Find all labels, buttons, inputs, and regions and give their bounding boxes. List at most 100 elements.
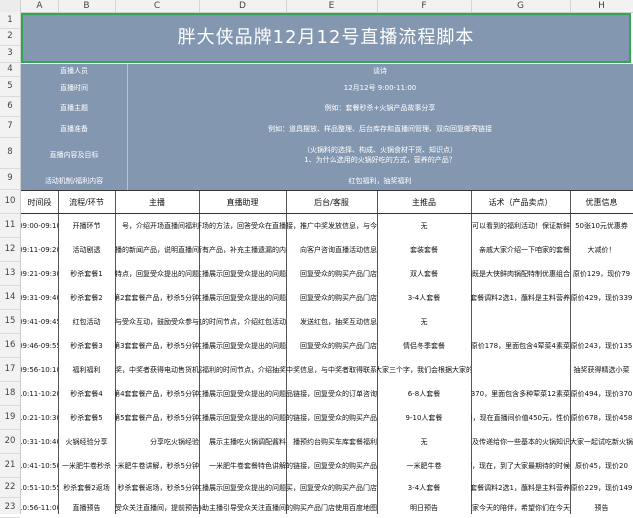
table-cell[interactable]: 09:41-09:45 <box>21 310 59 334</box>
table-cell[interactable]: 大家尝试新环节！我们经验不及传递给你一些基本的火锅知识 <box>471 430 571 454</box>
table-cell[interactable]: 一米肥牛卷秒杀 <box>58 454 116 478</box>
table-cell[interactable]: 09:21-09:30 <box>21 262 59 286</box>
table-cell[interactable]: 发送红包，抽奖互动信息 <box>286 310 378 334</box>
row-number[interactable]: 1 <box>0 12 20 29</box>
table-cell[interactable]: 直播预告 <box>58 498 116 514</box>
table-cell[interactable]: 无 <box>377 430 472 454</box>
table-row[interactable]: 09:00-09:10 开播环节 号，介绍开场直播间福利助播开场的方法，回答受众在直… <box>21 214 633 239</box>
page-title[interactable]: 胖大侠品牌12月12号直播流程脚本 <box>21 13 631 63</box>
row-number[interactable]: 2 <box>0 28 20 46</box>
table-cell[interactable]: 火锅经验分享 <box>58 430 116 454</box>
table-cell[interactable]: 宣传红包的时间节点，介绍红包活动 <box>199 310 287 334</box>
table-cell[interactable]: 秒杀套餐2返场 <box>58 478 116 498</box>
table-cell[interactable]: 原价370，里面包含多种荤菜12素菜 <box>471 382 571 406</box>
table-row[interactable]: 09:11-09:20 活动剧透 开场直播的新闻产品，说明直播间助播所有产品，补充主… <box>21 238 633 263</box>
table-cell[interactable]: 情侣冬季套餐 <box>377 334 472 358</box>
table-cell[interactable]: 一米肥牛卷套餐特色讲解 <box>199 454 287 478</box>
table-row[interactable]: 10:21-10:30 秒杀套餐5 讲解第5套套餐产品，秒杀5分钟协助主播展示回复受… <box>21 406 633 431</box>
row-number[interactable]: 10 <box>0 189 20 214</box>
table-cell[interactable]: 原价229，现价149 <box>570 478 633 498</box>
row-number[interactable]: 14 <box>0 285 20 310</box>
row-number[interactable]: 15 <box>0 309 20 334</box>
table-cell[interactable]: 介绍福利的时间节点，介绍抽奖 <box>199 358 287 382</box>
table-cell[interactable] <box>471 358 571 382</box>
table-cell[interactable]: 提醒受众的购买产品门店使用百度地图 <box>286 498 378 514</box>
table-cell[interactable]: 09:56-10:10 <box>21 358 59 382</box>
table-cell[interactable]: 09:31-09:40 <box>21 286 59 310</box>
column-letter[interactable]: G <box>471 0 571 12</box>
table-cell[interactable]: 福利福利 <box>58 358 116 382</box>
table-cell[interactable]: 助播所有产品，补充主播遗漏的内 <box>199 238 287 262</box>
column-letter[interactable]: C <box>115 0 200 12</box>
row-number[interactable]: 18 <box>0 381 20 406</box>
table-cell[interactable]: 讲解第2套套餐产品，秒杀5分钟 <box>115 286 200 310</box>
column-header[interactable]: 主推品 <box>377 191 472 213</box>
row-number[interactable]: 5 <box>0 76 20 97</box>
table-cell[interactable]: 产品的链接，回复受众的购买产品 <box>286 454 378 478</box>
table-cell[interactable]: 协助主播展示回复受众提出的问题 <box>199 286 287 310</box>
table-cell[interactable]: 协助主播展示回复受众提出的问题 <box>199 262 287 286</box>
column-header[interactable]: 流程/环节 <box>58 191 116 213</box>
row-number[interactable]: 4 <box>0 62 20 77</box>
table-cell[interactable]: 10:11-10:20 <box>21 382 59 406</box>
table-cell[interactable]: 号，介绍开场直播间福利 <box>115 214 200 238</box>
info-row-goals[interactable]: 直播内容及目标 （火锅料的选择、构成、火锅食材干货、知识点） 1、为什么选用的火… <box>21 139 633 171</box>
table-cell[interactable]: 10:21-10:30 <box>21 406 59 430</box>
column-letter[interactable]: E <box>286 0 378 12</box>
column-letter[interactable]: D <box>199 0 287 12</box>
table-cell[interactable]: 收到的奖品等大家三个字，我们会根据大家的留言进行抽奖 <box>377 358 472 382</box>
table-cell[interactable]: 10:41-10:50 <box>21 454 59 478</box>
table-cell[interactable]: 无 <box>377 310 472 334</box>
row-number[interactable]: 12 <box>0 237 20 262</box>
table-cell[interactable]: 3-4人套餐 <box>377 478 472 498</box>
table-cell[interactable]: 产品链接，回复受众的订单咨询 <box>286 382 378 406</box>
table-cell[interactable]: 开播环节 <box>58 214 116 238</box>
table-cell[interactable]: 协助主播展示回复受众提出的问题 <box>199 382 287 406</box>
info-row-benefits[interactable]: 活动机制/福利内容 红包福利，抽奖福利 <box>21 170 633 192</box>
table-cell[interactable]: 协助主播展示回复受众提出的问题 <box>199 406 287 430</box>
row-number[interactable]: 16 <box>0 333 20 358</box>
table-cell[interactable]: 一米肥牛卷讲解，秒杀5分钟 <box>115 454 200 478</box>
table-row[interactable]: 10:51-10:55 秒杀套餐2返场秒杀套餐返场，秒杀5分钟协助主播展示回复受众… <box>21 478 633 499</box>
table-cell[interactable]: 秒杀套餐5 <box>58 406 116 430</box>
column-letter[interactable]: A <box>21 0 59 12</box>
table-cell[interactable]: 讲解第3套套餐产品，秒杀5分钟 <box>115 334 200 358</box>
table-cell[interactable]: 回复受众的购买产品门店 <box>286 334 378 358</box>
column-letter[interactable]: H <box>570 0 633 12</box>
column-header[interactable]: 主播 <box>115 191 200 213</box>
table-cell[interactable]: 开场直播的新闻产品，说明直播间 <box>115 238 200 262</box>
row-number[interactable]: 9 <box>0 168 20 190</box>
info-row-prep[interactable]: 直播准备 例如：道具摆放、样品整理、后台库存和直播间管理、双向回复邮寄链接 <box>21 118 633 140</box>
table-cell[interactable]: 秒杀套餐3 <box>58 334 116 358</box>
table-cell[interactable] <box>570 310 633 334</box>
row-number[interactable]: 3 <box>0 45 20 63</box>
table-cell[interactable]: 聚餐团购套餐，现在直播间价值450元，性价 <box>471 406 571 430</box>
table-row[interactable]: 10:31-10:40 火锅经验分享 分享吃火锅经验 展示主播吃火锅调配酱料播预约台购… <box>21 430 633 455</box>
table-cell[interactable]: 套装套餐 <box>377 238 472 262</box>
table-row[interactable]: 10:41-10:50一米肥牛卷秒杀一米肥牛卷讲解，秒杀5分钟 一米肥牛卷套餐特色… <box>21 454 633 479</box>
table-cell[interactable]: 火锅底料套餐调料2选1，蘸料是主料营养 <box>471 286 571 310</box>
table-cell[interactable]: 引导受众关注直播间，提前预告 <box>115 498 200 514</box>
table-cell[interactable]: 原价178，里面包含4荤菜4素菜 <box>471 334 571 358</box>
row-number[interactable]: 20 <box>0 429 20 454</box>
table-cell[interactable]: 09:00-09:10 <box>21 214 59 238</box>
table-cell[interactable]: 3-4人套餐 <box>377 286 472 310</box>
row-number[interactable]: 7 <box>0 116 20 138</box>
table-cell[interactable]: 秒杀套餐1 <box>58 262 116 286</box>
table-cell[interactable]: 红包活动 <box>58 310 116 334</box>
table-cell[interactable]: 预告 <box>570 498 633 514</box>
column-header[interactable]: 直播助理 <box>199 191 287 213</box>
table-cell[interactable]: 活动剧透 <box>58 238 116 262</box>
table-cell[interactable]: 亲戚大家介绍一下咱家的套餐 <box>471 238 571 262</box>
row-number[interactable]: 22 <box>0 477 20 498</box>
row-number[interactable]: 6 <box>0 96 20 117</box>
table-row[interactable]: 09:31-09:40 秒杀套餐2 讲解第2套套餐产品，秒杀5分钟协助主播展示回复受… <box>21 286 633 311</box>
row-number[interactable]: 21 <box>0 453 20 478</box>
row-number[interactable]: 19 <box>0 405 20 430</box>
table-cell[interactable]: 肥牛卷厚切了解，现在，到了大家最期待的时候 <box>471 454 571 478</box>
table-cell[interactable]: 原价678，现价458 <box>570 406 633 430</box>
table-cell[interactable]: 10:51-10:55 <box>21 478 59 498</box>
table-cell[interactable]: 展示主播吃火锅调配酱料 <box>199 430 287 454</box>
table-cell[interactable]: 协助主播展示回复受众提出的问题 <box>199 478 287 498</box>
table-cell[interactable]: 一米肥牛卷 <box>377 454 472 478</box>
